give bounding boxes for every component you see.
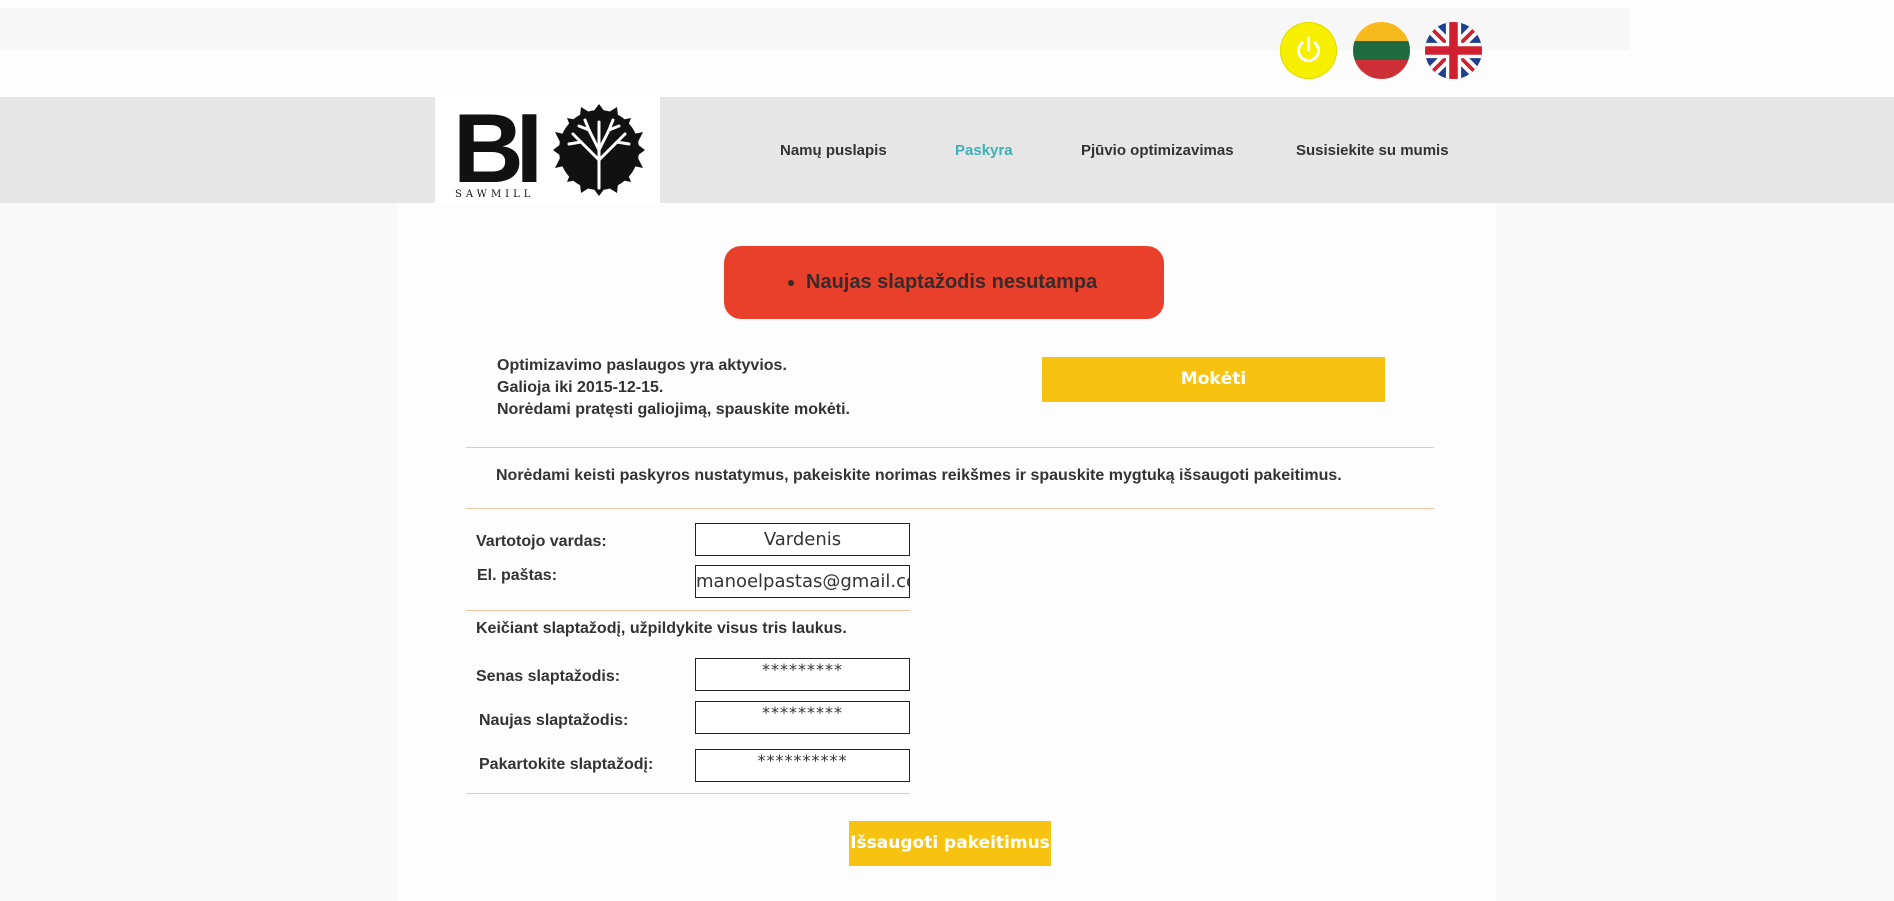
pay-button[interactable]: Mokėti	[1042, 357, 1385, 402]
old-password-label: Senas slaptažodis:	[476, 668, 621, 685]
old-password-field[interactable]: *********	[695, 658, 910, 691]
nav-account[interactable]: Paskyra	[955, 142, 1013, 159]
nav-cut-optimization[interactable]: Pjūvio optimizavimas	[1081, 142, 1234, 159]
subscription-expiry: Galioja iki 2015-12-15.	[497, 379, 664, 396]
error-alert: Naujas slaptažodis nesutampa	[724, 246, 1164, 319]
logo[interactable]: BI SAWMILL	[435, 97, 660, 203]
logo-text: BI	[453, 93, 543, 203]
repeat-password-label: Pakartokite slaptažodį:	[479, 756, 654, 773]
subscription-renew-hint: Norėdami pratęsti galiojimą, spauskite m…	[497, 401, 850, 418]
power-icon[interactable]	[1280, 22, 1337, 79]
repeat-password-field[interactable]: **********	[695, 749, 910, 782]
new-password-label: Naujas slaptažodis:	[479, 712, 629, 729]
divider	[466, 793, 910, 794]
nav-contact[interactable]: Susisiekite su mumis	[1296, 142, 1449, 159]
password-hint: Keičiant slaptažodį, užpildykite visus t…	[476, 620, 847, 637]
logo-subtitle: SAWMILL	[455, 189, 535, 200]
error-message: Naujas slaptažodis nesutampa	[806, 271, 1097, 294]
nav-home[interactable]: Namų puslapis	[780, 142, 887, 159]
email-label: El. paštas:	[477, 567, 558, 584]
uk-flag-icon[interactable]	[1425, 22, 1482, 79]
subscription-info: Optimizavimo paslaugos yra aktyvios. Gal…	[497, 355, 850, 421]
divider	[466, 508, 1434, 509]
lithuanian-flag-icon[interactable]	[1353, 22, 1410, 79]
settings-instruction: Norėdami keisti paskyros nustatymus, pak…	[496, 467, 1342, 484]
email-field[interactable]: manoelpastas@gmail.com	[695, 565, 910, 598]
username-field[interactable]: Vardenis	[695, 523, 910, 556]
subscription-status: Optimizavimo paslaugos yra aktyvios.	[497, 357, 787, 374]
navigation-bar	[0, 97, 1894, 203]
new-password-field[interactable]: *********	[695, 701, 910, 734]
divider	[466, 447, 1434, 448]
username-label: Vartotojo vardas:	[476, 533, 607, 550]
save-changes-button[interactable]: Išsaugoti pakeitimus	[849, 821, 1051, 866]
sawblade-tree-icon	[553, 104, 645, 196]
divider	[466, 610, 910, 611]
